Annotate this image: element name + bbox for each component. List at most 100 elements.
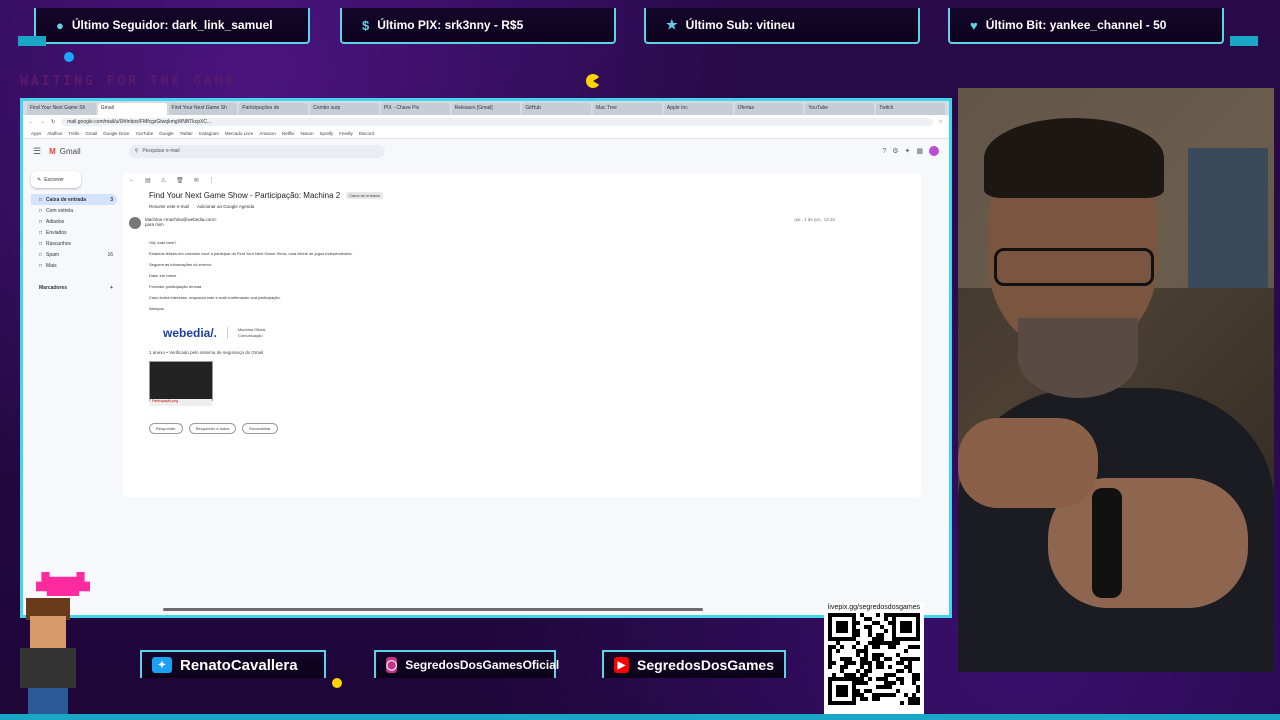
bookmark-item[interactable]: Instagram [199,131,219,136]
bookmark-item[interactable]: Mercado Livre [225,131,254,136]
delete-icon[interactable]: 🗑 [176,177,184,184]
sidebar-item[interactable]: □ Rascunhos [31,238,117,249]
bookmark-item[interactable]: Netflix [282,131,295,136]
browser-tab[interactable]: Participações de [239,103,309,115]
attachment-caption: Participação.png [150,399,212,406]
browser-tab[interactable]: Find Your Next Game Sh [168,103,238,115]
browser-tab[interactable]: Ofertas [734,103,804,115]
browser-tab[interactable]: GitHub [522,103,592,115]
bookmark-item[interactable]: Google [159,131,174,136]
inbox-chip[interactable]: Caixa de entrada [346,192,383,199]
browser-tab[interactable]: Apple Inc [663,103,733,115]
browser-tab[interactable]: Mac Tree [593,103,662,115]
nav-list: □ Caixa de entrada 3 □ Com estrela □ Adiados □ E… [31,194,117,271]
alert-follower-text: Último Seguidor: dark_link_samuel [71,18,273,32]
decor-dot [64,52,74,62]
browser-tab[interactable]: Combo surp [310,103,379,115]
twitter-icon: ✦ [152,657,172,673]
user-icon: ● [56,17,64,33]
browser-tab[interactable]: Gmail [97,103,167,115]
browser-tab[interactable]: Find Your Next Game Sh [27,103,96,115]
body-line: Caso tenha interesse, responda este e-ma… [149,295,281,300]
bookmark-item[interactable]: Trello [68,131,79,136]
email-signature: webedia/. Machina Oficial Comunicação [123,322,921,344]
sidebar-item[interactable]: □ Enviados [31,227,117,238]
sender-row: Machina <machina@webedia.com> para mim q… [123,213,921,233]
compose-button[interactable]: ✎ Escrever [31,171,81,188]
gemini-icon[interactable]: ✦ [905,147,911,155]
avatar[interactable] [929,146,939,156]
sidebar-item[interactable]: □ Spam 16 [31,249,117,260]
bookmark-item[interactable]: Atalhos [47,131,62,136]
sidebar-item[interactable]: □ Adiados [31,216,117,227]
settings-icon[interactable]: ⚙ [892,147,898,155]
mail-icon[interactable]: ✉ [194,177,199,184]
report-icon[interactable]: ⚠ [161,177,166,184]
reply-buttons: Responder Responder a todos Encaminhar [123,401,921,434]
search-input[interactable]: ⚲ Pesquisar e-mail [128,144,385,158]
webedia-logo: webedia/. [163,326,218,340]
bookmark-item[interactable]: Google Drive [103,131,129,136]
bookmark-item[interactable]: Feedly [339,131,353,136]
sidebar-item-label: Caixa de entrada [46,196,87,203]
bookmark-item[interactable]: Apps [31,131,41,136]
body-line: Data: em breve [149,273,177,278]
more-icon[interactable]: ⋮ [209,177,215,184]
bookmark-item[interactable]: Twitter [180,131,193,136]
sidebar-item[interactable]: □ Mais [31,260,117,271]
help-icon[interactable]: ? [882,148,886,155]
reply-button[interactable]: Responder [149,423,183,434]
pixel-body [20,648,76,688]
bookmark-item[interactable]: Notion [300,131,313,136]
frame-tick [18,36,46,46]
menu-icon[interactable]: ☰ [33,146,41,157]
frame-tick [1230,36,1258,46]
star-bookmark-icon[interactable]: ☆ [939,119,943,125]
bookmark-item[interactable]: Gmail [85,131,97,136]
heart-icon: ♥ [970,17,978,33]
horizontal-scrollbar[interactable] [163,608,703,611]
bookmark-item[interactable]: YouTube [135,131,153,136]
forward-button[interactable]: Encaminhar [242,423,278,434]
labels-heading: Marcadores + [31,285,117,291]
attachment-thumbnail[interactable]: Participação.png [149,361,213,406]
search-icon: ⚲ [134,148,139,154]
gmail-logo[interactable]: M Gmail [49,147,81,156]
signature-role: Comunicação [238,333,263,338]
pencil-icon: ✎ [37,176,42,183]
attachments-heading: 1 anexo • Verificado pelo sistema de seg… [149,350,264,355]
body-line: Estamos felizes em convidar você a parti… [149,251,353,256]
bookmark-item[interactable]: Discord [359,131,374,136]
summarize-button[interactable]: Resumir este e-mail [149,204,189,209]
reply-all-button[interactable]: Responder a todos [188,423,237,434]
folder-icon: □ [39,196,43,203]
labels-heading-text: Marcadores [39,285,68,291]
sender-to[interactable]: para mim [145,222,217,227]
sidebar-item-count: 16 [107,251,113,258]
browser-tab[interactable]: Twitch [876,103,945,115]
add-calendar-button[interactable]: Adicionar ao Google Agenda [197,204,254,209]
browser-tab[interactable]: YouTube [805,103,875,115]
back-icon[interactable]: ← [29,119,34,125]
browser-tab[interactable]: PIX - Chave Pix [380,103,450,115]
gmail-m-icon: M [49,146,56,156]
sidebar-item[interactable]: □ Com estrela [31,205,117,216]
plus-icon[interactable]: + [110,285,117,291]
reload-icon[interactable]: ↻ [51,119,55,125]
bookmark-item[interactable]: Spotify [319,131,333,136]
alert-bit-text: Último Bit: yankee_channel - 50 [985,18,1167,32]
archive-icon[interactable]: ▤ [145,177,151,184]
browser-window: Find Your Next Game Sh Gmail Find Your Nex… [20,98,952,618]
bookmark-item[interactable]: Amazon [259,131,276,136]
body-line: Formato: participação remota [149,284,202,289]
apps-icon[interactable]: ▦ [916,147,923,155]
sidebar-item[interactable]: □ Caixa de entrada 3 [31,194,117,205]
email-timestamp: qui., 1 de jun., 14:32 [794,217,835,222]
back-arrow-icon[interactable]: ← [129,177,135,183]
email-toolbar: ← ▤ ⚠ 🗑 ✉ ⋮ [123,173,921,187]
webcam-glasses [994,248,1154,286]
browser-tab[interactable]: Releases [Gmail] [451,103,521,115]
sender-avatar [129,217,141,229]
forward-icon[interactable]: → [40,119,45,125]
url-input[interactable]: mail.google.com/mail/u/0/#inbox/FMfcgzGt… [61,117,933,126]
